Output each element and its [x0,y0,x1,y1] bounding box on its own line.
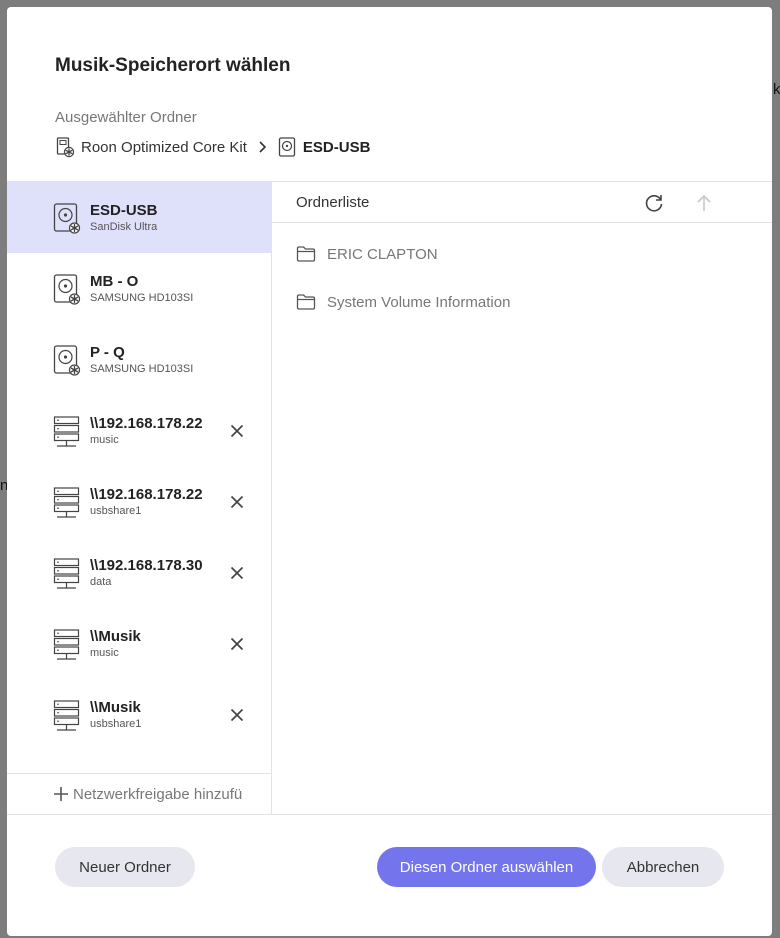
close-icon[interactable] [228,635,246,653]
close-icon[interactable] [228,706,246,724]
device-name: \\Musik [90,698,141,716]
device-item[interactable]: \\192.168.178.30 data [7,537,271,608]
device-subtitle: music [90,433,119,446]
folder-item[interactable]: ERIC CLAPTON [296,242,438,266]
device-text: ESD-USB SanDisk Ultra [90,202,158,234]
device-text: P - Q SAMSUNG HD103SI [90,344,193,376]
device-item[interactable]: P - Q SAMSUNG HD103SI [7,324,271,395]
network-share-icon [53,414,81,448]
breadcrumb-current: ESD-USB [277,136,371,158]
select-folder-button[interactable]: Diesen Ordner auswählen [377,847,596,887]
device-subtitle: SAMSUNG HD103SI [90,291,194,304]
folder-list-header: Ordnerliste [272,182,772,223]
device-name: P - Q [90,343,125,361]
network-share-icon [53,698,81,732]
cancel-button[interactable]: Abbrechen [602,847,724,887]
close-icon[interactable] [228,493,246,511]
drive-icon [53,343,81,377]
close-icon[interactable] [228,422,246,440]
device-subtitle: usbshare1 [90,717,142,730]
folder-item-label: ERIC CLAPTON [327,245,438,263]
device-subtitle: data [90,575,112,588]
network-share-icon [53,627,81,661]
device-text: MB - O SAMSUNG HD103SI [90,273,193,305]
device-text: \\192.168.178.22 usbshare1 [90,486,203,518]
device-name: \\Musik [90,627,141,645]
footer-divider [7,814,772,815]
device-item[interactable]: ESD-USB SanDisk Ultra [7,182,271,253]
background-text-fragment: k [773,81,780,98]
device-sidebar: ESD-USB SanDisk Ultra MB - O SAMSUNG HD103S… [7,182,272,814]
network-share-icon [53,485,81,519]
device-name: \\192.168.178.22 [90,414,203,432]
dialog-title: Musik-Speicherort wählen [55,55,291,76]
arrow-up-icon[interactable] [694,192,714,214]
device-item[interactable]: \\Musik music [7,608,271,679]
folder-item-label: System Volume Information [327,293,511,311]
new-folder-button[interactable]: Neuer Ordner [55,847,195,887]
plus-icon [53,786,69,802]
breadcrumb: Roon Optimized Core Kit ESD-USB [55,135,370,159]
refresh-icon[interactable] [643,192,665,214]
device-name: MB - O [90,272,139,290]
close-icon[interactable] [228,564,246,582]
device-name: \\192.168.178.22 [90,485,203,503]
text-fade-overlay [241,774,271,814]
add-network-share-label: Netzwerkfreigabe hinzufü [73,785,243,803]
selected-folder-label: Ausgewählter Ordner [55,109,197,126]
device-item[interactable]: MB - O SAMSUNG HD103SI [7,253,271,324]
device-item[interactable]: \\Musik usbshare1 [7,679,271,750]
device-list[interactable]: ESD-USB SanDisk Ultra MB - O SAMSUNG HD103S… [7,182,271,773]
device-text: \\192.168.178.30 data [90,557,203,589]
device-name: \\192.168.178.30 [90,556,203,574]
drive-icon [53,272,81,306]
device-name: ESD-USB [90,201,158,219]
device-text: \\Musik music [90,628,141,660]
folder-icon [296,245,316,263]
device-item[interactable]: \\192.168.178.22 music [7,395,271,466]
device-text: \\Musik usbshare1 [90,699,141,731]
device-text: \\192.168.178.22 music [90,415,203,447]
folder-item[interactable]: System Volume Information [296,290,510,314]
drive-icon [53,201,81,235]
device-item[interactable]: \\192.168.178.22 usbshare1 [7,466,271,537]
breadcrumb-root[interactable]: Roon Optimized Core Kit [55,136,247,158]
chevron-right-icon [257,140,267,154]
add-network-share-button[interactable]: Netzwerkfreigabe hinzufü [7,773,271,814]
core-device-icon [55,136,75,158]
folder-icon [296,293,316,311]
network-share-icon [53,556,81,590]
breadcrumb-current-label: ESD-USB [302,138,371,156]
device-subtitle: usbshare1 [90,504,142,517]
device-subtitle: SAMSUNG HD103SI [90,362,194,375]
select-music-location-dialog: Musik-Speicherort wählen Ausgewählter Or… [7,7,772,936]
folder-list-panel: Ordnerliste ERIC CLAPTON System Volume I… [272,182,772,814]
folder-list-title: Ordnerliste [296,194,370,211]
device-subtitle: SanDisk Ultra [90,220,158,233]
drive-icon [277,136,297,158]
device-subtitle: music [90,646,119,659]
breadcrumb-root-label: Roon Optimized Core Kit [81,138,247,156]
